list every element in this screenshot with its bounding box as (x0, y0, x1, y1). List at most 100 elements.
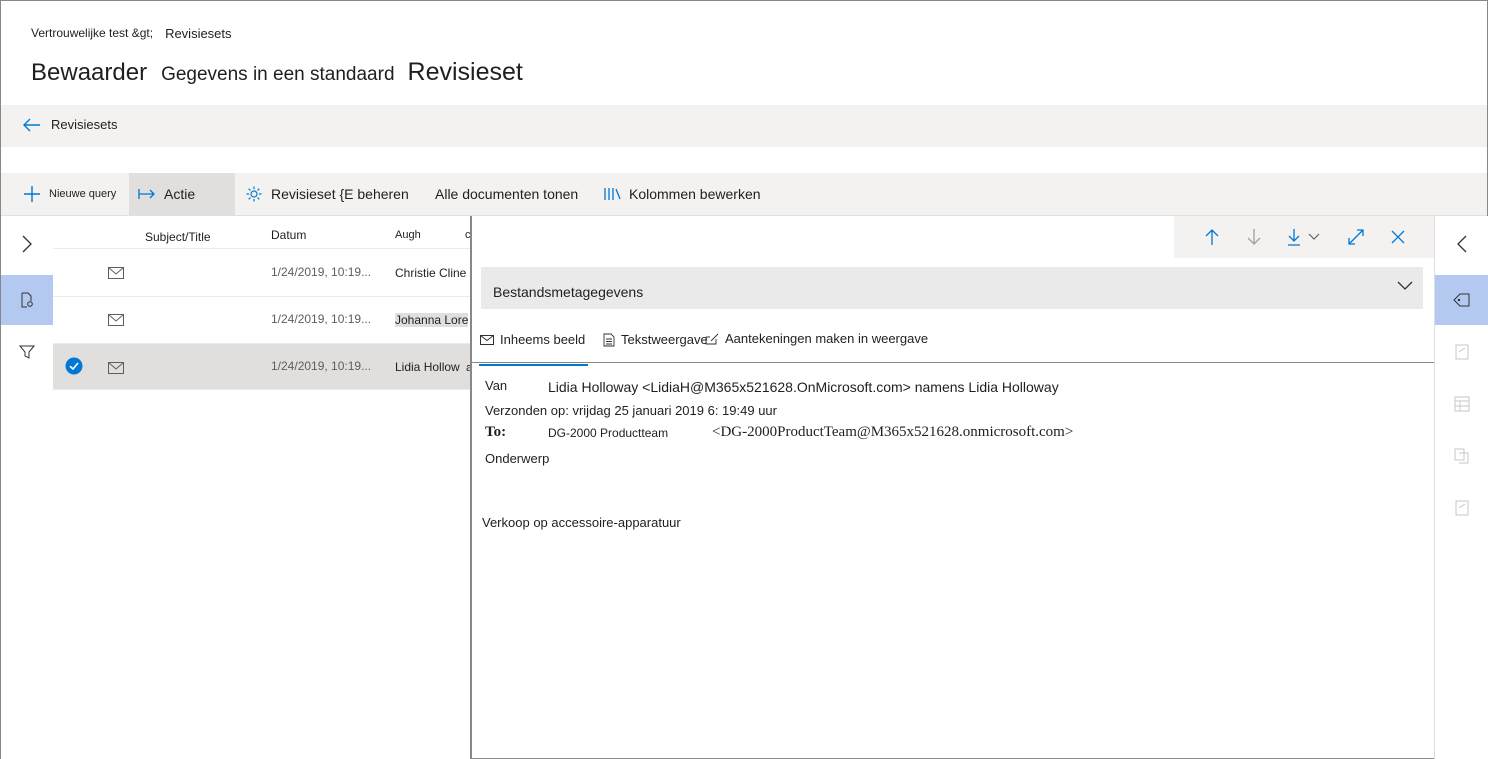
filter-icon (19, 345, 35, 359)
tag-icon (1452, 293, 1469, 307)
chevron-down-icon (1397, 281, 1413, 290)
document-icon (603, 333, 615, 346)
mail-icon (108, 314, 124, 326)
mail-icon (108, 267, 124, 279)
plus-icon (24, 186, 40, 202)
arrow-up-icon (1205, 229, 1219, 245)
table-row[interactable]: 1/24/2019, 10:19... Johanna Lore (53, 296, 470, 344)
document-search-icon (21, 292, 33, 308)
tab-annotate-view[interactable]: Aantekeningen maken in weergave (705, 331, 928, 346)
page-title-part3: Revisieset (407, 58, 523, 86)
to-address: <DG-2000ProductTeam@M365x521628.onmicros… (712, 424, 1074, 440)
from-label: Van (485, 378, 508, 393)
back-bar: Revisiesets (1, 105, 1487, 147)
manage-review-set-button[interactable]: Revisieset {E beheren (245, 173, 409, 215)
back-arrow-icon (23, 118, 40, 131)
show-all-label: Alle documenten tonen (435, 186, 579, 202)
right-rail (1434, 216, 1488, 759)
tab-text-label: Tekstweergave (621, 332, 708, 347)
tab-text-view[interactable]: Tekstweergave (603, 332, 708, 347)
chevron-right-icon (22, 235, 32, 253)
mail-icon (108, 362, 124, 374)
back-label: Revisiesets (51, 117, 118, 132)
table-row[interactable]: 1/24/2019, 10:19... Christie Cline (53, 249, 470, 297)
metadata-label: Bestandsmetagegevens (493, 284, 644, 300)
new-query-label: Nieuwe query (49, 188, 117, 200)
tag-panel-button[interactable] (1435, 275, 1488, 325)
expand-button[interactable] (1, 219, 53, 269)
close-icon (1391, 230, 1405, 244)
to-name: DG-2000 Productteam (548, 426, 669, 440)
rail-doc-button[interactable] (1435, 327, 1488, 377)
checkmark-circle-icon[interactable] (65, 357, 83, 375)
breadcrumb: Vertrouwelijke test &gt; Revisiesets (31, 26, 232, 41)
viewer-toolbar (1174, 216, 1434, 258)
show-all-documents-button[interactable]: Alle documenten tonen (435, 173, 578, 215)
rail-table-button[interactable] (1435, 379, 1488, 429)
action-button[interactable]: Actie (129, 173, 235, 215)
mail-icon (480, 334, 494, 345)
next-button[interactable] (1240, 224, 1268, 250)
close-viewer-button[interactable] (1384, 224, 1412, 250)
rail-history-button[interactable] (1435, 483, 1488, 533)
view-tabs: Inheems beeld Tekstweergave Aantekeninge… (472, 322, 1434, 366)
email-preview: Van Lidia Holloway <LidiaH@M365x521628.O… (472, 363, 1434, 759)
toolbar: Nieuwe query Actie Revisieset {E beheren… (1, 173, 1487, 216)
column-author[interactable]: Augh (395, 229, 421, 241)
manage-label: Revisieset {E beheren (271, 186, 409, 202)
email-body: Verkoop op accessoire-apparatuur (482, 515, 681, 530)
row-date: 1/24/2019, 10:19... (271, 265, 372, 279)
from-value: Lidia Holloway <LidiaH@M365x521628.OnMic… (548, 379, 1059, 395)
rail-copy-button[interactable] (1435, 431, 1488, 481)
back-button[interactable]: Revisiesets (23, 117, 117, 132)
chevron-left-icon (1456, 235, 1466, 253)
document-list: Subject/Title Datum Augh c 1/24/2019, 10… (53, 216, 472, 759)
row-date: 1/24/2019, 10:19... (271, 312, 372, 326)
row-author-name: Lidia Hollow (395, 360, 460, 374)
edit-columns-label: Kolommen bewerken (629, 186, 761, 202)
table-icon (1454, 396, 1469, 412)
column-date[interactable]: Datum (271, 228, 306, 242)
edit-columns-button[interactable]: Kolommen bewerken (603, 173, 761, 215)
left-rail (1, 216, 54, 759)
page-title: Bewaarder Gegevens in een standaard Revi… (31, 58, 523, 87)
page-title-part2: Gegevens in een standaard (161, 64, 395, 85)
copy-icon (1454, 448, 1468, 464)
chevron-down-icon (1308, 233, 1320, 240)
gear-icon (246, 186, 262, 202)
table-row[interactable]: 1/24/2019, 10:19... Lidia Hollow a (53, 344, 472, 390)
columns-icon (604, 188, 621, 200)
tab-native-view[interactable]: Inheems beeld (478, 332, 589, 366)
breadcrumb-parent[interactable]: Vertrouwelijke test &gt; (31, 26, 153, 41)
document-viewer: Bestandsmetagegevens Inheems beeld Tekst… (472, 216, 1434, 759)
fullscreen-icon (1348, 229, 1364, 245)
previous-button[interactable] (1198, 224, 1226, 250)
document-tag-icon (1455, 344, 1468, 360)
breadcrumb-current: Revisiesets (165, 26, 232, 41)
page-title-part1: Bewaarder (31, 59, 148, 86)
column-subject[interactable]: Subject/Title (145, 230, 211, 244)
to-label: To: (485, 424, 507, 440)
action-arrow-icon (138, 189, 155, 199)
download-button[interactable] (1282, 224, 1324, 250)
download-icon (1288, 229, 1300, 246)
subject-label: Onderwerp (485, 451, 550, 466)
filter-button[interactable] (1, 327, 53, 377)
sent-line: Verzonden op: vrijdag 25 januari 2019 6:… (485, 403, 777, 418)
row-date: 1/24/2019, 10:19... (271, 359, 372, 373)
tab-native-label: Inheems beeld (500, 332, 586, 347)
action-label: Actie (164, 186, 196, 202)
collapse-right-button[interactable] (1435, 219, 1488, 269)
row-author: Christie Cline (395, 266, 467, 280)
metadata-panel-toggle[interactable]: Bestandsmetagegevens (481, 267, 1423, 309)
list-header: Subject/Title Datum Augh c (53, 216, 471, 249)
row-author: Johanna Lore (395, 313, 469, 327)
tab-annotate-label: Aantekeningen maken in weergave (725, 331, 929, 346)
arrow-down-icon (1247, 229, 1261, 245)
expand-viewer-button[interactable] (1342, 224, 1370, 250)
document-tag-icon (1455, 500, 1468, 516)
annotate-icon (705, 333, 719, 344)
new-query-button[interactable]: Nieuwe query (23, 173, 116, 215)
documents-rail-button[interactable] (1, 275, 53, 325)
row-author: Lidia Hollow a (395, 360, 472, 374)
